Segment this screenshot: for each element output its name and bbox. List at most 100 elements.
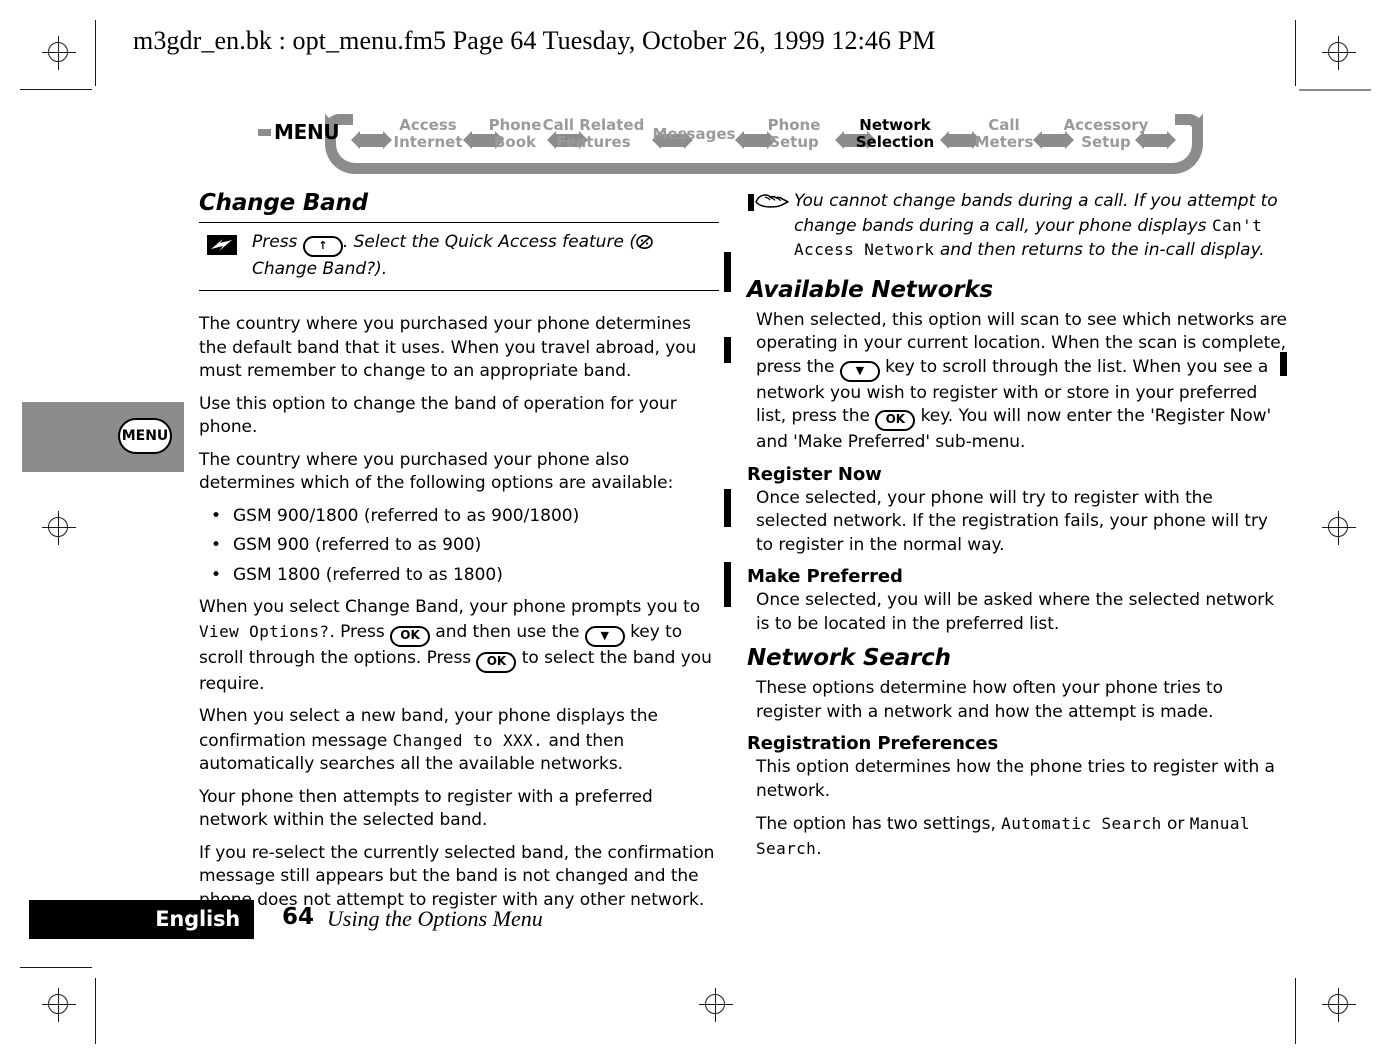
list-item: GSM 1800 (referred to as 1800) <box>199 564 719 588</box>
ok-key-icon[interactable]: OK <box>390 625 430 647</box>
registration-mark-top-right <box>1322 36 1356 70</box>
paragraph-reselect-same-band: If you re-select the currently selected … <box>199 842 715 910</box>
list-item: GSM 900/1800 (referred to as 900/1800) <box>199 505 719 529</box>
change-bar-gutter-1 <box>724 252 731 292</box>
crop-line-top-right-horizontal <box>1299 89 1371 91</box>
ok-key-icon[interactable]: OK <box>476 651 517 673</box>
lcd-text-view-options: View Options? <box>199 621 330 641</box>
subsection-title-register-now: Register Now <box>747 463 882 485</box>
lcd-text-automatic-search: Automatic Search <box>1001 814 1162 833</box>
section-title-network-search: Network Search <box>747 645 951 671</box>
quick-access-note: Press ↑. Select the Quick Access feature… <box>199 222 719 291</box>
section-title-available-networks: Available Networks <box>747 276 993 303</box>
page-canvas: m3gdr_en.bk : opt_menu.fm5 Page 64 Tuesd… <box>0 0 1391 1062</box>
nav-item-label-line1: Accessory <box>1063 116 1149 134</box>
registration-mark-left-middle <box>42 511 76 545</box>
menu-dash-icon <box>258 129 271 136</box>
quick-access-note-text: Press ↑. Select the Quick Access feature… <box>252 231 719 281</box>
crop-line-bottom-left-horizontal <box>20 967 92 968</box>
qa-text-part1: Press <box>252 232 303 252</box>
paragraph-country-default-band: The country where you purchased your pho… <box>199 314 697 381</box>
text-run: and then returns to the in-call display. <box>934 240 1265 260</box>
left-text-column: Change Band Press ↑. Select the Quick Ac… <box>199 190 719 921</box>
nav-item-label-line2: Setup <box>1081 133 1131 151</box>
pointing-hand-icon <box>748 192 790 214</box>
nav-item-label-line1: Phone <box>767 116 821 134</box>
nav-item-messages[interactable]: Messages <box>649 126 739 143</box>
qa-text-part3: Change Band?). <box>252 258 388 279</box>
crop-line-bottom-right-vertical <box>1295 978 1296 1044</box>
paragraph-registration-two-settings: The option has two settings, Automatic S… <box>756 812 1287 861</box>
crop-line-top-left-vertical <box>95 20 96 86</box>
nav-item-access-internet[interactable]: Access Internet <box>388 117 468 151</box>
file-header-line: m3gdr_en.bk : opt_menu.fm5 Page 64 Tuesd… <box>133 26 936 55</box>
pointing-hand-note-text: You cannot change bands during a call. I… <box>794 190 1287 263</box>
nav-item-label-line1: Network <box>859 116 931 134</box>
quick-access-lightning-icon <box>207 235 237 255</box>
text-run: or <box>1161 814 1190 834</box>
qa-text-part2: . Select the Quick Access feature ( <box>342 232 636 252</box>
footer-language-badge: English <box>29 900 254 939</box>
nav-item-label-line2: Internet <box>393 133 463 151</box>
change-band-glyph-icon <box>636 234 653 258</box>
paragraph-make-preferred-body: Once selected, you will be asked where t… <box>756 590 1275 634</box>
nav-item-phone-setup[interactable]: Phone Setup <box>754 117 834 151</box>
nav-arrow-icon-1 <box>351 131 392 149</box>
footer-page-number: 64 <box>282 904 315 930</box>
nav-item-network-selection[interactable]: Network Selection <box>845 117 945 151</box>
paragraph-view-options-prompt: When you select Change Band, your phone … <box>199 596 719 696</box>
paragraph-register-preferred-network: Your phone then attempts to register wit… <box>199 786 653 831</box>
text-run: You cannot change bands during a call. I… <box>794 191 1278 236</box>
menu-breadcrumb-nav: MENU Access Internet Phone Book Call Rel… <box>258 104 1204 176</box>
nav-menu-root[interactable]: MENU <box>258 120 340 144</box>
text-run: When you select Change Band, your phone … <box>199 597 701 617</box>
crop-line-bottom-left-vertical <box>95 978 96 1044</box>
nav-item-call-meters[interactable]: Call Meters <box>964 117 1044 151</box>
registration-mark-top-left <box>42 36 76 70</box>
text-run: . <box>816 838 822 859</box>
paragraph-changed-to-confirmation: When you select a new band, your phone d… <box>199 705 719 777</box>
nav-item-call-related-features[interactable]: Call Related Features <box>536 117 651 151</box>
text-run: . Press <box>329 621 390 642</box>
paragraph-country-options-available: The country where you purchased your pho… <box>199 449 674 494</box>
registration-mark-bottom-left <box>42 988 76 1022</box>
text-run: and then use the <box>430 621 585 642</box>
change-bar-gutter-3 <box>724 489 731 527</box>
ok-key-icon[interactable]: OK <box>875 410 916 431</box>
pointing-hand-note: You cannot change bands during a call. I… <box>747 190 1287 263</box>
nav-item-label-line1: Call Related <box>542 116 645 134</box>
paragraph-network-search-intro: These options determine how often your p… <box>756 678 1223 722</box>
nav-item-label-line1: Access <box>399 116 457 134</box>
band-options-list: GSM 900/1800 (referred to as 900/1800) G… <box>199 505 719 588</box>
subsection-title-make-preferred: Make Preferred <box>747 566 903 587</box>
paragraph-available-networks-scan: When selected, this option will scan to … <box>756 309 1287 455</box>
nav-item-label-line2: Setup <box>769 133 819 151</box>
sidebar-chapter-tab[interactable]: MENU <box>22 402 184 472</box>
nav-item-label-line2: Features <box>556 133 631 151</box>
nav-menu-root-label: MENU <box>274 120 340 144</box>
change-bar-gutter-2 <box>724 337 731 363</box>
lcd-text-changed-to-xxx: Changed to XXX. <box>392 730 544 750</box>
crop-line-top-left-horizontal <box>20 89 92 90</box>
nav-track-corner-right <box>1175 114 1203 136</box>
paragraph-use-this-option: Use this option to change the band of op… <box>199 393 677 438</box>
list-item: GSM 900 (referred to as 900) <box>199 534 719 558</box>
registration-mark-right-middle <box>1322 511 1356 545</box>
down-arrow-key-icon[interactable]: ▼ <box>839 360 880 382</box>
sidebar-menu-button[interactable]: MENU <box>118 418 172 454</box>
nav-item-label-line1: Call <box>988 116 1020 134</box>
footer-language-label: English <box>155 907 240 931</box>
registration-mark-bottom-right <box>1322 988 1356 1022</box>
registration-mark-bottom-center <box>699 988 733 1022</box>
paragraph-register-now-body: Once selected, your phone will try to re… <box>756 487 1268 555</box>
up-arrow-key-icon[interactable]: ↑ <box>302 236 343 257</box>
footer-chapter-title: Using the Options Menu <box>327 906 543 931</box>
text-run: The option has two settings, <box>756 814 1002 834</box>
subsection-title-registration-preferences: Registration Preferences <box>747 733 999 754</box>
nav-item-accessory-setup[interactable]: Accessory Setup <box>1056 117 1156 151</box>
paragraph-registration-preferences-body: This option determines how the phone tri… <box>756 757 1275 801</box>
down-arrow-key-icon[interactable]: ▼ <box>584 625 625 647</box>
nav-item-label-line2: Selection <box>855 133 935 151</box>
right-text-column: You cannot change bands during a call. I… <box>747 190 1287 870</box>
change-bar-gutter-4 <box>724 562 731 607</box>
